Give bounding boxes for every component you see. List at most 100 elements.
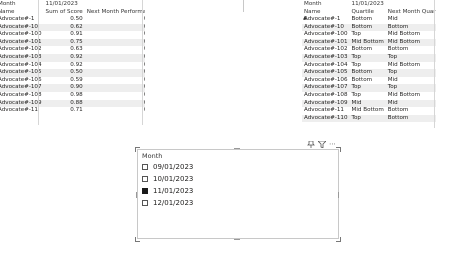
table-cell: Advocate#-105 [302,69,350,77]
checkbox[interactable] [142,176,148,182]
table-cell: 0.92 [43,53,85,62]
table-cell: 0.98 [70,91,83,98]
table-header-row: Name Sum of ScoreNext Month Performance [0,8,145,16]
checkbox[interactable] [142,164,148,170]
table-cell: Top [385,69,436,77]
resize-handle-bottom-right[interactable] [336,237,341,242]
resize-handle-bottom[interactable] [234,239,240,240]
table-cell: 0.50 [70,16,83,22]
table-cell: Quartile [351,9,374,15]
table-cell: 0.91 [70,31,83,38]
slicer-option[interactable]: 09/01/2023 [142,162,193,172]
table-cell: Bottom [351,46,373,53]
table-cell: Bottom [349,69,386,77]
score-table: Month 11/01/2023 Name Sum of Score Next Mont… [0,0,145,115]
table-cell: Advocate#-102 [0,46,42,53]
table-cell: Advocate#-10 [0,23,44,32]
table-cell: Advocate#-107 [0,84,44,92]
scroll-track[interactable] [434,0,435,128]
table-cell: 0.93 [84,84,145,92]
more-options-icon[interactable]: ⋯ [329,140,336,148]
table-cell: Advocate#-106 [304,76,348,83]
resize-handle-top-right[interactable] [336,147,341,152]
table-cell: Top [351,61,361,68]
table-row: Advocate#-1070.900.93 [0,84,145,92]
table-cell: Top [351,31,361,38]
table-cell: Top [349,84,386,92]
table-cell: 0.70 [85,62,145,70]
table-row: Advocate#-107 Top Top [302,84,436,92]
table-cell: 11/01/2023 [351,1,384,7]
table-cell: Bottom [387,107,409,114]
table-cell: Advocate#-110 [302,114,350,123]
table-cell: Advocate#-100 [304,31,348,38]
table-cell: Advocate#-101 [302,38,350,47]
resize-handle-bottom-left[interactable] [135,237,140,242]
table-cell: 0.81 [85,77,145,85]
slicer-option[interactable]: 11/01/2023 [142,186,193,196]
table-cell: Top [349,53,386,62]
table-cell: 0.86 [84,53,145,62]
table-cell: Advocate#-109 [0,99,44,108]
table-cell: Advocate#-104 [304,61,348,68]
table-row: Advocate#-10 Bottom Bottom [302,23,436,32]
table-cell: Advocate#-103 [302,53,350,62]
table-cell: Next Month Quartile [387,9,436,15]
table-row: Advocate#-108 Top Mid Bottom [302,92,436,100]
table-cell: Bottom [385,114,436,123]
table-cell: Mid Bottom [387,91,421,98]
slicer-option[interactable]: 12/01/2023 [142,198,193,208]
slicer-option[interactable]: 10/01/2023 [142,174,193,184]
table-row: Advocate#-11 Mid Bottom Bottom [302,107,436,115]
table-cell: Advocate#-100 [0,31,42,38]
month-slicer[interactable]: Month 09/01/2023 10/01/2023 11/01/2023 1… [137,149,339,239]
table-cell: 0.75 [43,38,85,47]
table-row: Advocate#-1050.500.93 [0,69,145,77]
table-cell: 0.92 [70,61,83,68]
table-cell: Mid [387,16,398,22]
resize-handle-top[interactable] [234,148,240,149]
column-divider [38,0,39,125]
resize-handle-right[interactable] [338,192,339,198]
table-row: Advocate#-100.620.50 [0,23,145,32]
table-cell: Advocate#-107 [302,84,350,92]
table-cell: Advocate#-108 [0,91,42,98]
table-cell: Advocate#-102 [304,46,348,53]
table-header-row: Name Quartile Next Month Quartile [302,8,436,16]
table-cell: 0.62 [43,23,85,32]
table-cell: Mid [387,76,398,83]
table-cell: Month [304,1,322,7]
table-cell: Mid Bottom [385,38,436,47]
table-cell: Mid Bottom [349,38,386,47]
resize-handle-left[interactable] [136,192,137,198]
table-cell: Advocate#-1 [304,16,341,22]
table-cell [386,0,436,8]
table-cell: 0.69 [84,99,145,108]
table-header-row: Month 11/01/2023 [0,0,145,8]
table-row: Advocate#-104 Top Mid Bottom [302,62,436,70]
right-table-visual[interactable]: Month 11/01/2023 Name Quartile Next Month Qu… [302,0,436,128]
table-cell: 0.93 [84,69,145,77]
sort-ascending-icon[interactable]: ▲ [303,15,307,21]
left-table-visual[interactable]: Month 11/01/2023 Name Sum of Score Next Mont… [0,0,145,125]
table-row: Advocate#-104 0.920.70 [0,62,145,70]
checkbox[interactable] [142,200,148,206]
table-row: Advocate#-103 Top Top [302,53,436,62]
table-cell [85,0,145,8]
table-cell: Bottom [351,16,373,22]
scroll-track[interactable] [142,0,143,125]
table-cell: Advocate#-104 [0,61,42,68]
table-cell: Top [349,114,386,123]
table-cell: Bottom [385,23,436,32]
slicer-option-label: 10/01/2023 [153,175,194,183]
table-row: Advocate#-1010.750.64 [0,38,145,47]
table-row: Advocate#-105 Bottom Top [302,69,436,77]
table-cell: Advocate#-1 [0,16,35,22]
table-cell: Mid Bottom [351,107,384,114]
resize-handle-top-left[interactable] [135,147,140,152]
table-cell: Bottom [349,23,386,32]
table-cell: 0.71 [70,107,83,114]
table-cell: 0.59 [70,76,83,83]
checkbox-checked[interactable] [142,188,148,194]
table-row: Advocate#-1030.920.86 [0,53,145,62]
